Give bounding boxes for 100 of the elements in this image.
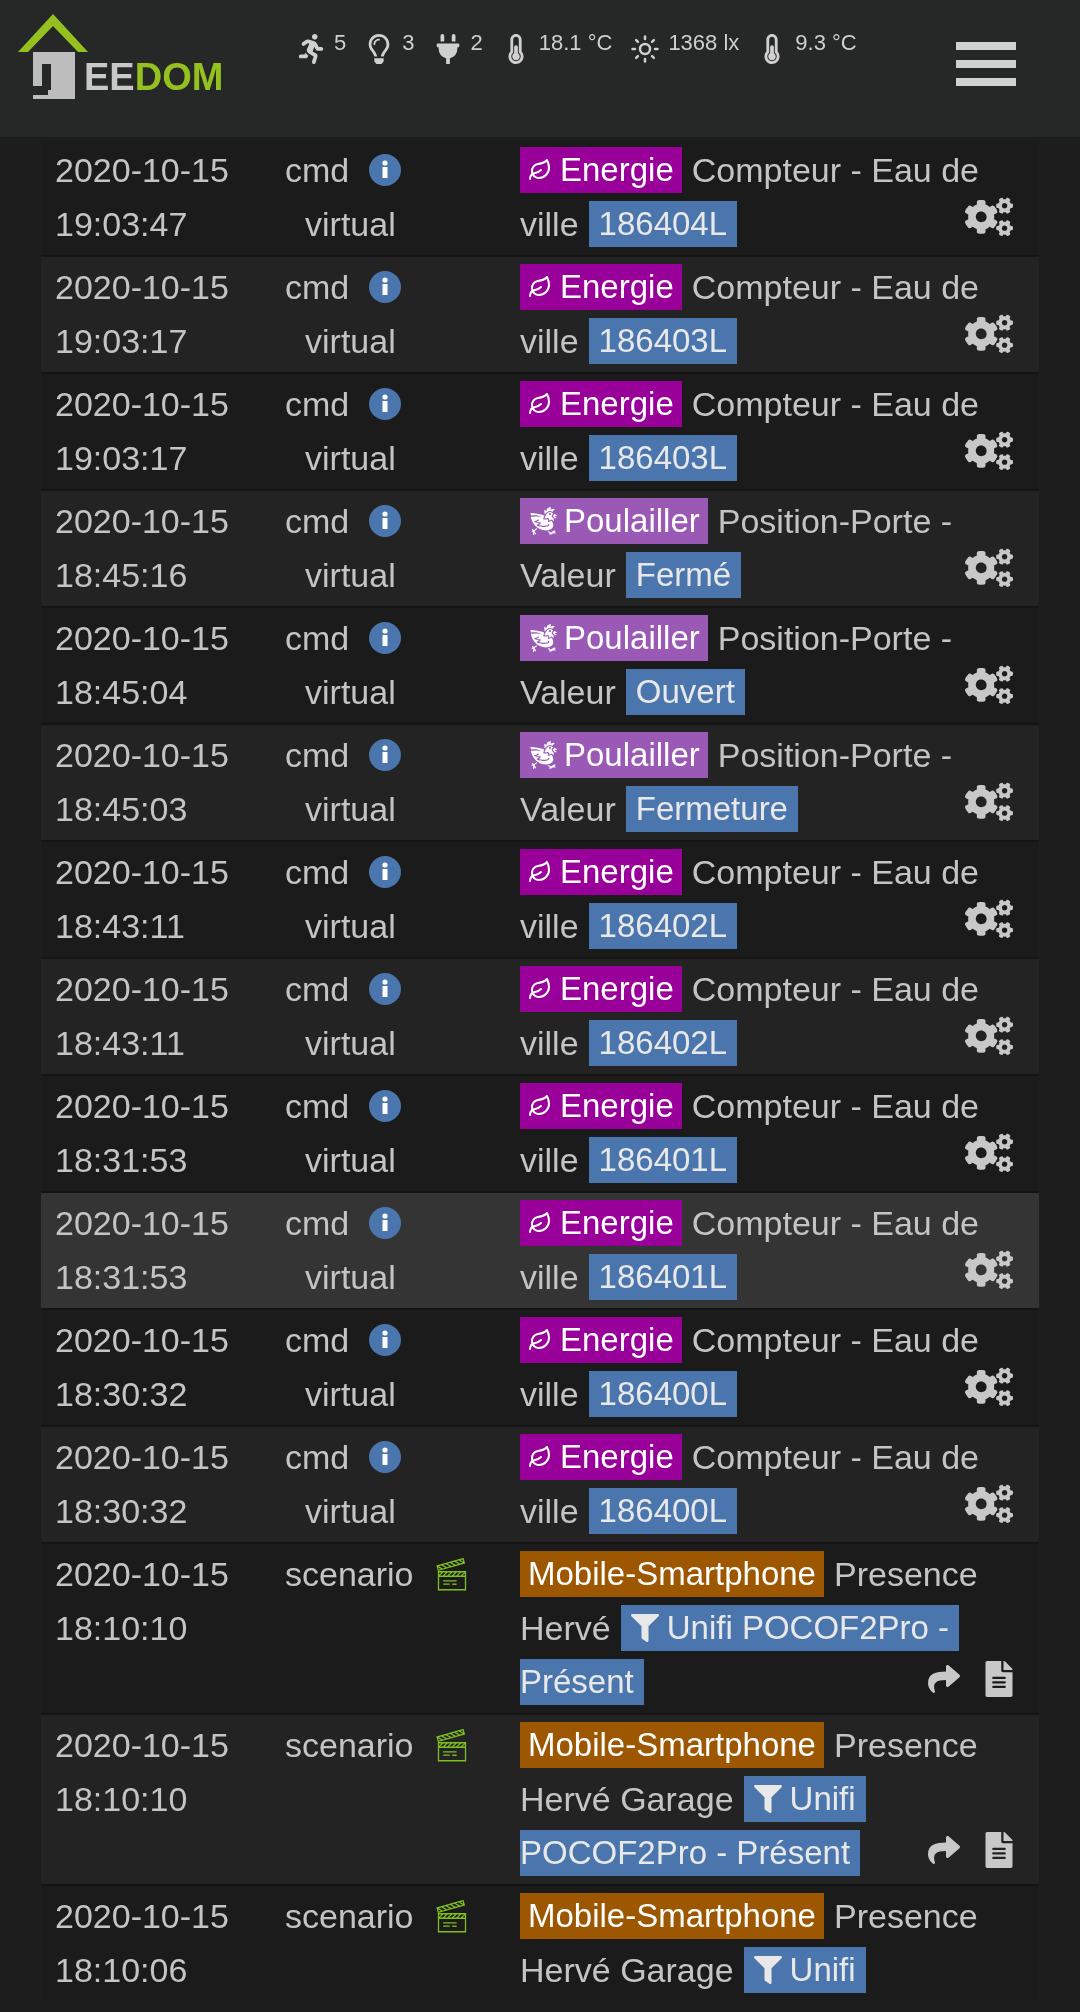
info-icon[interactable] [369,1324,402,1356]
info-icon[interactable] [369,388,402,420]
date-text: 2020-10-15 [55,267,230,308]
type-text: cmd [285,1436,350,1478]
value-tag: Unifi POCOF2Pro - [620,1605,960,1651]
info-icon[interactable] [369,622,402,654]
settings-icon[interactable] [965,665,1013,705]
settings-icon[interactable] [965,314,1013,354]
settings-icon[interactable] [965,1133,1013,1173]
date-text: 2020-10-15 [55,1896,230,1937]
settings-icon[interactable] [965,1484,1013,1524]
settings-icon[interactable] [965,1016,1013,1056]
date-text: 2020-10-15 [55,384,230,425]
share-icon[interactable] [925,1663,963,1695]
document-icon[interactable] [985,1832,1013,1868]
info-icon[interactable] [369,154,402,186]
subtype-text: virtual [304,906,397,947]
type-text: cmd [285,149,350,191]
time-text: 18:31:53 [55,1257,189,1298]
status-value: 18.1 °C [538,29,613,57]
settings-icon[interactable] [965,1367,1013,1407]
info-icon[interactable] [369,1090,402,1122]
leaf-icon [528,158,552,182]
object-tag: Poulailler [520,498,708,544]
share-icon[interactable] [925,1834,963,1866]
command-name: Presence [834,1895,978,1937]
leaf-icon [528,1094,552,1118]
filter-icon [753,1956,782,1984]
command-name: Compteur - Eau de [691,383,979,425]
document-icon[interactable] [985,1661,1013,1697]
object-tag: Mobile-Smartphone [520,1893,824,1939]
subtype-text: virtual [304,1491,397,1532]
time-text: 18:31:53 [55,1140,189,1181]
settings-icon[interactable] [965,548,1013,588]
command-name: Valeur [520,671,616,713]
type-text: cmd [285,1319,350,1361]
command-name: Compteur - Eau de [691,1202,979,1244]
subtype-text: virtual [304,1140,397,1181]
time-text: 18:45:16 [55,555,189,596]
chicken-icon [528,622,560,654]
info-icon[interactable] [369,1441,402,1473]
object-tag: Mobile-Smartphone [520,1551,824,1597]
date-text: 2020-10-15 [55,618,230,659]
command-name: Valeur [520,788,616,830]
command-name: Position-Porte - [717,734,953,776]
value-tag: 186403L [588,318,738,364]
settings-icon[interactable] [965,782,1013,822]
command-name: Position-Porte - [717,500,953,542]
house-logo-icon [18,14,88,99]
command-name: Compteur - Eau de [691,1319,979,1361]
value-tag: Ouvert [625,669,745,715]
value-tag: Unifi [743,1776,866,1822]
status-value: 9.3 °C [795,29,857,57]
type-text: scenario [285,1895,414,1937]
info-icon[interactable] [369,1207,402,1239]
time-text: 19:03:17 [55,321,189,362]
type-text: cmd [285,734,350,776]
info-icon[interactable] [369,271,402,303]
command-name: ville [520,1139,579,1181]
info-icon[interactable] [369,505,402,537]
date-text: 2020-10-15 [55,735,230,776]
value-tag: Fermeture [625,786,798,832]
type-text: cmd [285,383,350,425]
settings-icon[interactable] [965,1250,1013,1290]
chicken-icon [528,739,560,771]
info-icon[interactable] [369,856,402,888]
command-name: ville [520,437,579,479]
command-name: Compteur - Eau de [691,266,979,308]
subtype-text: virtual [304,789,397,830]
subtype-text: virtual [304,672,397,713]
time-text: 18:45:04 [55,672,189,713]
status-value: 3 [402,29,415,57]
value-tag: 186404L [588,201,738,247]
status-value: 1368 lx [668,29,740,57]
command-name: ville [520,203,579,245]
settings-icon[interactable] [965,197,1013,237]
object-tag: Poulailler [520,732,708,778]
menu-button[interactable] [956,42,1016,86]
time-text: 18:45:03 [55,789,189,830]
type-text: scenario [285,1553,414,1595]
type-text: scenario [285,1724,414,1766]
object-tag: Energie [520,264,682,310]
info-icon[interactable] [369,739,402,771]
settings-icon[interactable] [965,899,1013,939]
time-text: 18:43:11 [55,906,186,947]
time-text: 19:03:47 [55,204,189,245]
command-name: ville [520,320,579,362]
time-text: 18:30:32 [55,1491,189,1532]
value-tag: 186403L [588,435,738,481]
filter-icon [630,1614,659,1642]
type-text: cmd [285,851,350,893]
subtype-text: virtual [304,204,397,245]
settings-icon[interactable] [965,431,1013,471]
command-name: ville [520,1490,579,1532]
object-tag: Mobile-Smartphone [520,1722,824,1768]
info-icon[interactable] [369,973,402,1005]
command-name: Compteur - Eau de [691,1085,979,1127]
type-text: cmd [285,266,350,308]
time-text: 18:43:11 [55,1023,186,1064]
command-name: Compteur - Eau de [691,1436,979,1478]
